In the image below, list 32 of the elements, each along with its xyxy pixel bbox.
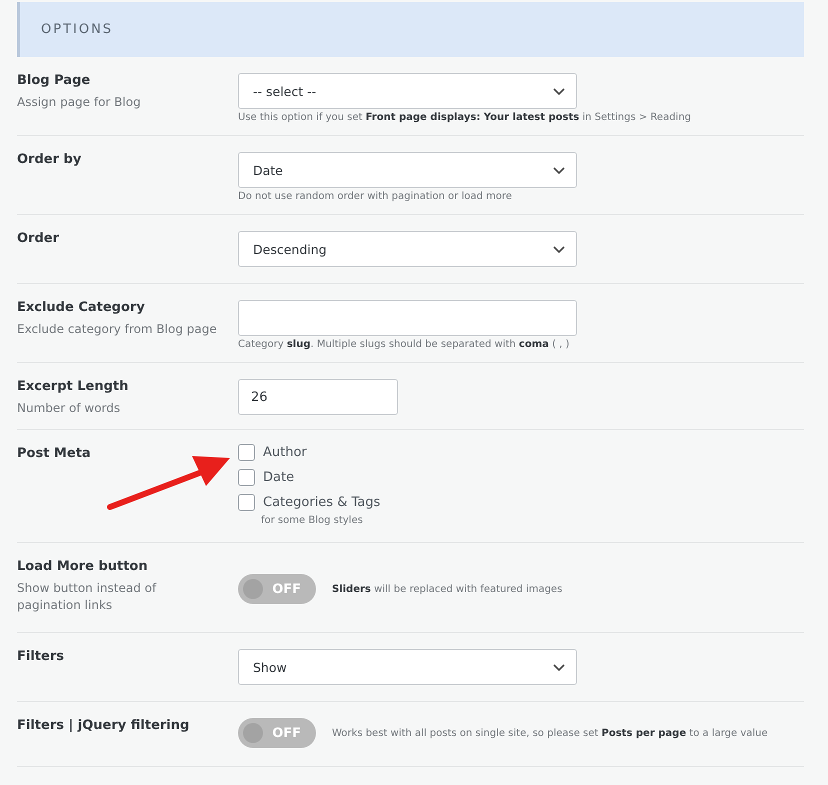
dropdown[interactable]: Date [238, 152, 577, 188]
dropdown[interactable]: -- select -- [238, 73, 577, 109]
hint-text: Use this option if you set Front page displays: Your latest posts in Settings > Reading [238, 112, 692, 123]
section-title: OPTIONS [41, 22, 114, 37]
hint-text: Do not use random order with pagination or load more [238, 191, 513, 202]
option-description: Show button instead of pagination links [17, 580, 158, 614]
checkbox[interactable] [238, 444, 255, 461]
option-label: Blog Page [17, 73, 92, 88]
option-label: Excerpt Length [17, 379, 130, 394]
input-field[interactable]: 26 [238, 379, 398, 415]
checkbox[interactable] [238, 469, 255, 486]
checkbox-label: Author [263, 445, 307, 460]
option-description: Number of words [17, 400, 122, 417]
option-label: Filters | jQuery filtering [17, 718, 190, 733]
checkbox[interactable] [238, 494, 255, 511]
checkbox-label: Date [263, 470, 294, 485]
option-label: Filters [17, 649, 65, 664]
checkbox-label: Categories & Tags [263, 495, 380, 510]
option-label: Post Meta [17, 446, 92, 461]
option-label: Order by [17, 152, 82, 167]
hint-text: Category slug. Multiple slugs should be separated with coma ( , ) [238, 339, 570, 350]
option-label: Order [17, 231, 60, 246]
option-description: Assign page for Blog [17, 94, 142, 111]
hint-text: Works best with all posts on single site, so please set Posts per page to a large value [332, 728, 768, 738]
dropdown[interactable]: Descending [238, 231, 577, 267]
option-label: Load More button [17, 559, 149, 574]
option-label: Exclude Category [17, 300, 146, 315]
input-field[interactable] [238, 300, 577, 336]
option-description: Exclude category from Blog page [17, 321, 218, 338]
hint-text: Sliders will be replaced with featured images [332, 584, 562, 594]
note-text: for some Blog styles [261, 515, 364, 526]
dropdown[interactable]: Show [238, 649, 577, 685]
